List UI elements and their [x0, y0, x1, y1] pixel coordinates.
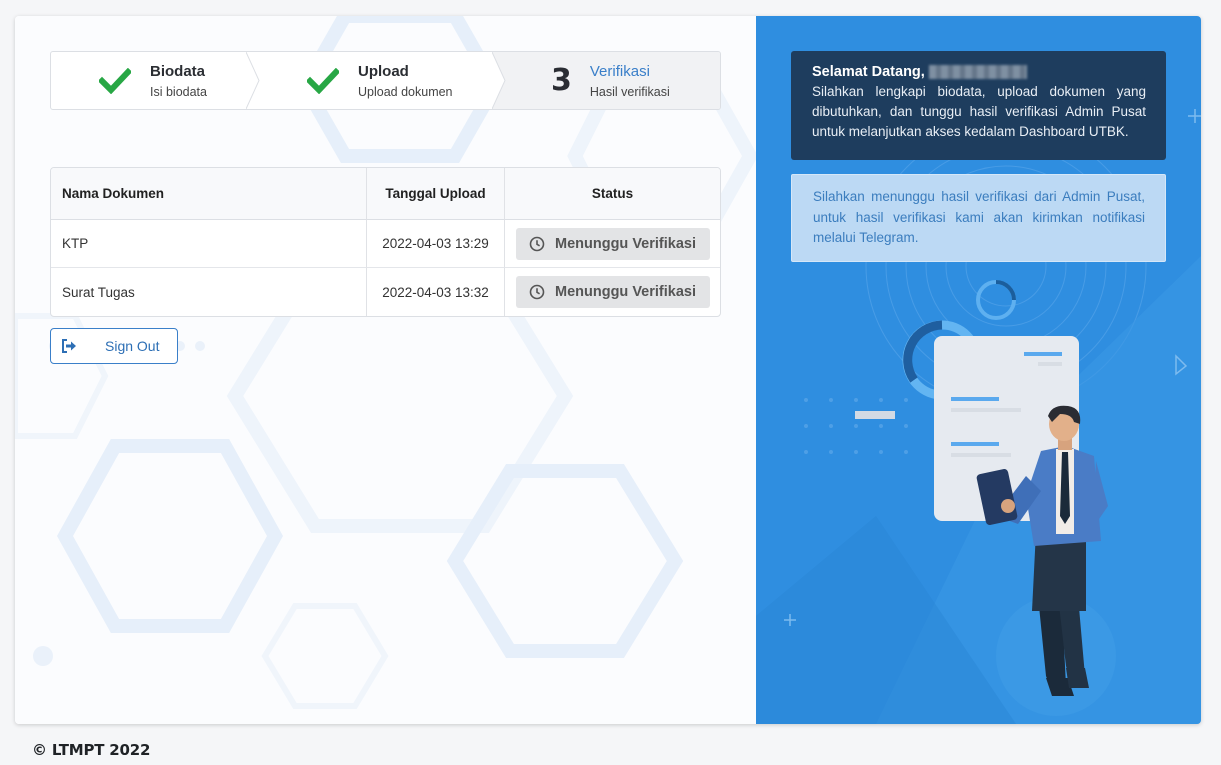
status-badge: Menunggu Verifikasi	[515, 227, 710, 260]
upload-date: 2022-04-03 13:29	[367, 220, 505, 268]
sign-out-label: Sign Out	[105, 338, 160, 354]
welcome-message: Silahkan lengkapi biodata, upload dokume…	[812, 84, 1146, 139]
status-cell: Menunggu Verifikasi	[505, 268, 720, 316]
status-text: Menunggu Verifikasi	[555, 235, 696, 252]
verification-notice: Silahkan menunggu hasil verifikasi dari …	[791, 174, 1166, 262]
status-cell: Menunggu Verifikasi	[505, 220, 720, 268]
main-card: Biodata Isi biodata Upload Upload dokume…	[15, 16, 1201, 724]
check-icon	[303, 67, 343, 94]
step-title: Biodata	[150, 62, 206, 80]
content-panel: Biodata Isi biodata Upload Upload dokume…	[15, 16, 756, 724]
progress-stepper: Biodata Isi biodata Upload Upload dokume…	[50, 51, 721, 110]
sign-out-button[interactable]: Sign Out	[50, 328, 178, 364]
documents-table: Nama Dokumen Tanggal Upload Status KTP 2…	[50, 167, 721, 317]
status-badge: Menunggu Verifikasi	[515, 276, 710, 308]
check-icon	[95, 67, 135, 94]
step-separator	[246, 52, 260, 109]
step-subtitle: Hasil verifikasi	[589, 84, 670, 99]
welcome-greeting: Selamat Datang,	[812, 64, 1146, 80]
background-hexagon-pattern	[15, 16, 756, 709]
table-header-row: Nama Dokumen Tanggal Upload Status	[51, 168, 720, 220]
document-name: Surat Tugas	[51, 268, 367, 316]
upload-date: 2022-04-03 13:32	[367, 268, 505, 316]
step-number: 3	[551, 63, 572, 98]
column-header-date: Tanggal Upload	[367, 168, 505, 220]
sign-out-icon	[51, 329, 87, 363]
column-header-status: Status	[505, 168, 720, 220]
step-biodata[interactable]: Biodata Isi biodata	[51, 52, 260, 109]
redacted-user-name	[928, 65, 1027, 79]
step-subtitle: Upload dokumen	[358, 84, 453, 99]
welcome-box: Selamat Datang, Silahkan lengkapi biodat…	[791, 51, 1166, 160]
column-header-name: Nama Dokumen	[51, 168, 367, 220]
table-row: Surat Tugas 2022-04-03 13:32 Menunggu Ve…	[51, 268, 720, 316]
greeting-text: Selamat Datang,	[812, 64, 925, 80]
footer-copyright: © LTMPT 2022	[32, 741, 151, 759]
status-text: Menunggu Verifikasi	[555, 284, 696, 300]
step-separator	[492, 52, 506, 109]
step-upload[interactable]: Upload Upload dokumen	[259, 52, 506, 109]
document-name: KTP	[51, 220, 367, 268]
table-row: KTP 2022-04-03 13:29 Menunggu Verifikasi	[51, 220, 720, 268]
info-panel: Selamat Datang, Silahkan lengkapi biodat…	[756, 16, 1201, 724]
step-subtitle: Isi biodata	[150, 84, 207, 99]
step-verifikasi[interactable]: 3 Verifikasi Hasil verifikasi	[505, 52, 720, 109]
step-title: Verifikasi	[589, 62, 650, 80]
clock-icon	[529, 236, 545, 251]
clock-icon	[529, 284, 545, 300]
businessman-illustration	[855, 280, 1108, 696]
step-title: Upload	[358, 62, 409, 80]
